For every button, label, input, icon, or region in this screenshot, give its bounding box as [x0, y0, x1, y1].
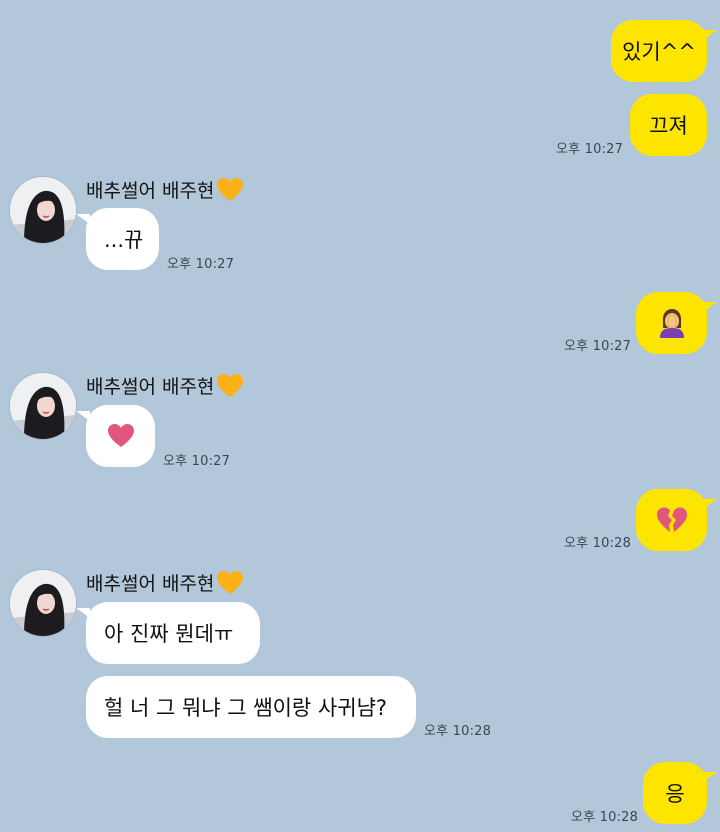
- sender-name-text: 배추썰어 배주현: [86, 376, 215, 398]
- message-timestamp: 오후 10:28: [571, 810, 639, 825]
- message-timestamp: 오후 10:27: [167, 257, 235, 272]
- woman-facepalming-icon: [659, 308, 685, 338]
- profile-photo-icon: [10, 570, 76, 636]
- sender-name: 배추썰어 배주현: [86, 176, 244, 203]
- message-bubble-mine[interactable]: [636, 292, 707, 354]
- pink-heart-icon: [107, 424, 135, 448]
- message-timestamp: 오후 10:28: [564, 536, 632, 551]
- avatar[interactable]: [10, 373, 76, 439]
- message-bubble-theirs[interactable]: [86, 405, 155, 467]
- sender-name: 배추썰어 배주현: [86, 372, 244, 399]
- message-text: 끄져: [649, 114, 688, 138]
- message-text: 있기^^: [622, 40, 696, 64]
- message-bubble-mine[interactable]: 응: [643, 762, 707, 824]
- message-timestamp: 오후 10:27: [556, 142, 624, 157]
- profile-photo-icon: [10, 177, 76, 243]
- message-bubble-mine[interactable]: 끄져: [630, 94, 707, 156]
- message-text: ...뀨: [104, 228, 144, 252]
- message-bubble-theirs[interactable]: 아 진짜 뭔데ㅠ: [86, 602, 260, 664]
- profile-photo-icon: [10, 373, 76, 439]
- message-timestamp: 오후 10:27: [163, 454, 231, 469]
- sender-name: 배추썰어 배주현: [86, 569, 244, 596]
- message-timestamp: 오후 10:27: [564, 339, 632, 354]
- message-text: 응: [665, 782, 685, 806]
- message-bubble-theirs[interactable]: ...뀨: [86, 208, 159, 270]
- bubble-tail: [703, 772, 717, 782]
- broken-heart-icon: [656, 507, 687, 533]
- bubble-tail: [76, 411, 90, 421]
- message-bubble-mine[interactable]: [636, 489, 707, 551]
- sender-name-text: 배추썰어 배주현: [86, 573, 215, 595]
- message-bubble-mine[interactable]: 있기^^: [611, 20, 707, 82]
- message-bubble-theirs[interactable]: 헐 너 그 뭐냐 그 쌤이랑 사귀냠?: [86, 676, 416, 738]
- bubble-tail: [703, 30, 717, 40]
- bubble-tail: [76, 608, 90, 618]
- avatar[interactable]: [10, 570, 76, 636]
- bubble-tail: [703, 302, 717, 312]
- message-text: 헐 너 그 뭐냐 그 쌤이랑 사귀냠?: [104, 696, 388, 720]
- message-timestamp: 오후 10:28: [424, 724, 492, 739]
- bubble-tail: [76, 214, 90, 224]
- yellow-heart-icon: [217, 373, 244, 398]
- yellow-heart-icon: [217, 177, 244, 202]
- avatar[interactable]: [10, 177, 76, 243]
- sender-name-text: 배추썰어 배주현: [86, 180, 215, 202]
- yellow-heart-icon: [217, 570, 244, 595]
- message-text: 아 진짜 뭔데ㅠ: [104, 622, 234, 646]
- bubble-tail: [703, 499, 717, 509]
